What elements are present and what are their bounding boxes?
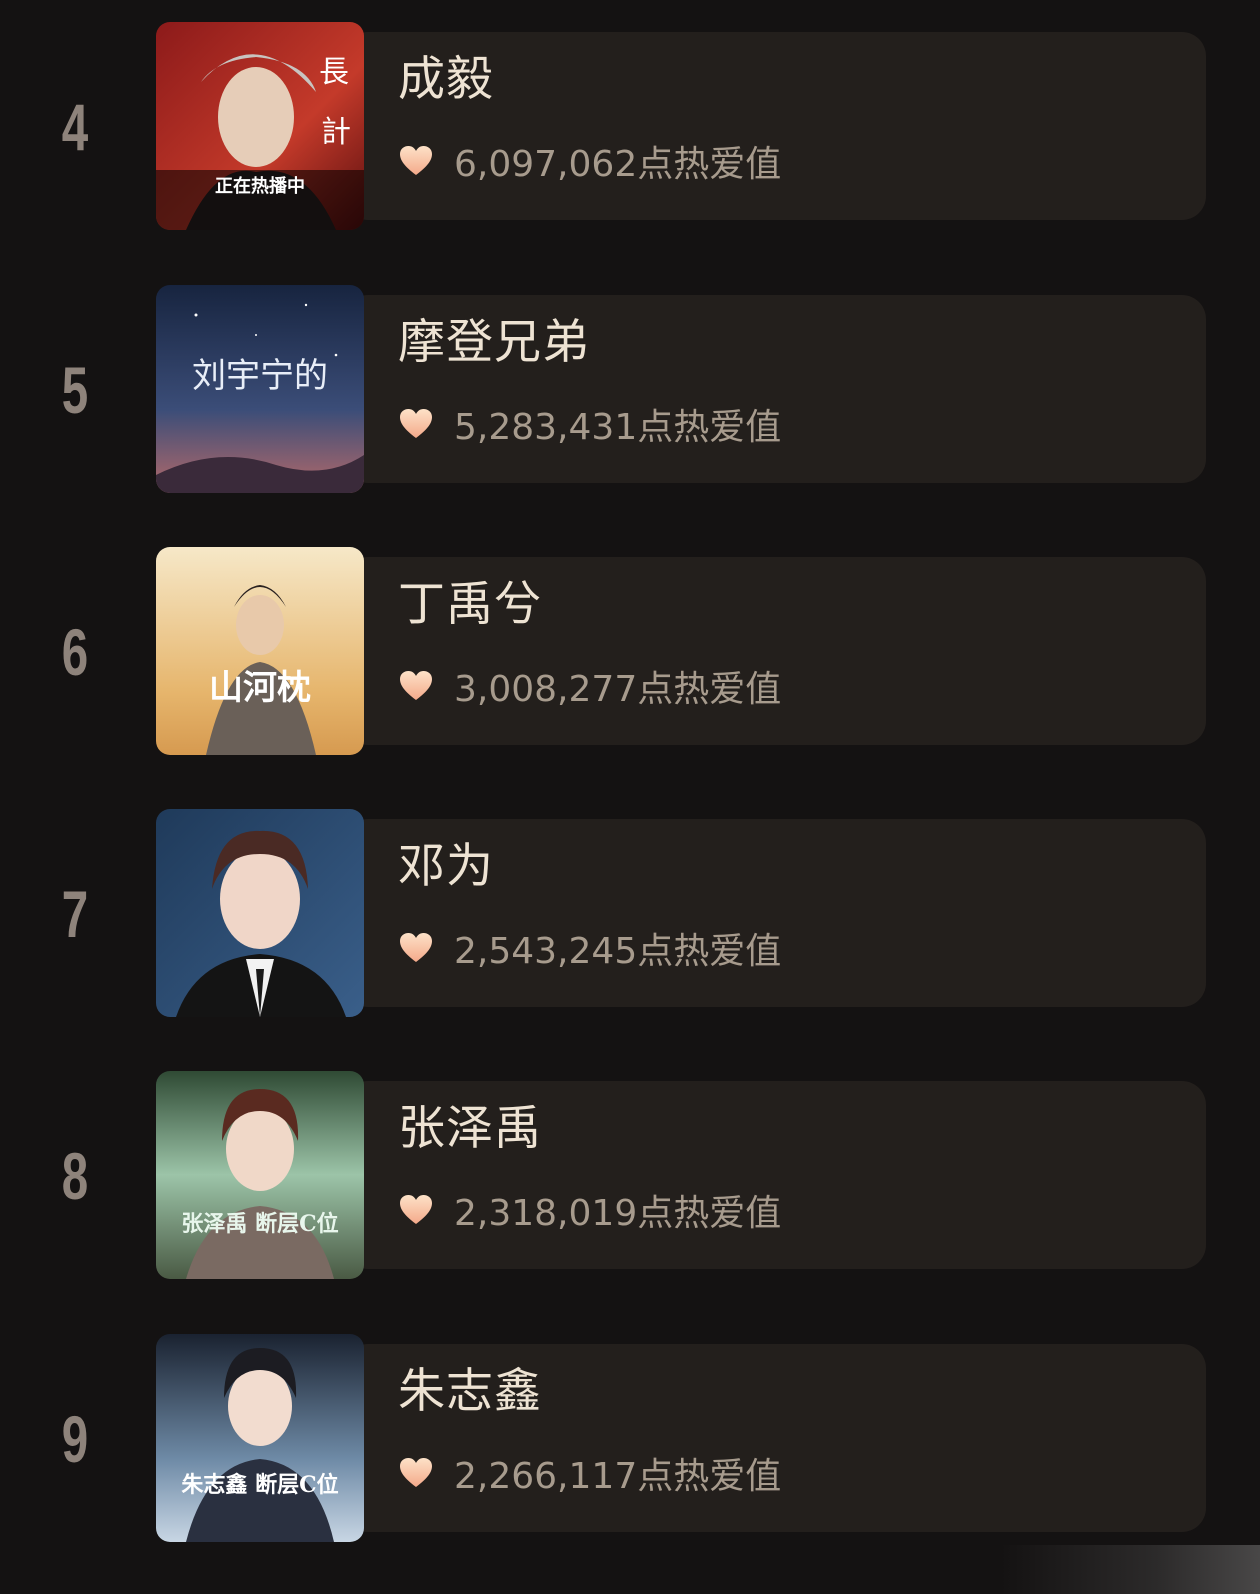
heart-icon bbox=[398, 406, 434, 442]
entry-thumbnail[interactable]: 刘宇宁的 bbox=[156, 285, 364, 493]
entry-name: 邓为 bbox=[398, 839, 494, 894]
entry-thumbnail[interactable]: 山河枕 bbox=[156, 547, 364, 755]
heart-icon bbox=[398, 1192, 434, 1228]
heart-icon bbox=[398, 1455, 434, 1491]
ranking-row[interactable]: 4 正在热播中 長 計 成毅 6,097,062点热爱值 bbox=[0, 22, 1260, 232]
ranking-row[interactable]: 7 邓为 2,543,245点热爱值 bbox=[0, 809, 1260, 1019]
rank-number: 9 bbox=[61, 1402, 89, 1476]
ranking-row[interactable]: 8 张泽禹 断层C位 张泽禹 2,318,019点热爱值 bbox=[0, 1071, 1260, 1281]
heat-score: 2,543,245点热爱值 bbox=[398, 923, 781, 973]
heat-unit: 点热爱值 bbox=[637, 669, 782, 710]
heat-unit: 点热爱值 bbox=[637, 144, 782, 185]
rank-number: 5 bbox=[61, 353, 89, 427]
thumb-caption: 刘宇宁的 bbox=[192, 356, 328, 396]
entry-name: 摩登兄弟 bbox=[398, 315, 590, 370]
entry-name: 张泽禹 bbox=[398, 1101, 542, 1156]
thumb-caption: 张泽禹 断层C位 bbox=[181, 1211, 338, 1237]
thumb-caption: 正在热播中 bbox=[215, 175, 305, 197]
heat-unit: 点热爱值 bbox=[637, 931, 782, 972]
svg-text:長: 長 bbox=[319, 55, 349, 90]
heat-score: 3,008,277点热爱值 bbox=[398, 661, 781, 711]
heat-value: 6,097,062 bbox=[454, 144, 638, 185]
heat-unit: 点热爱值 bbox=[637, 407, 782, 448]
rank-number: 8 bbox=[61, 1139, 89, 1213]
ranking-row[interactable]: 6 山河枕 丁禹兮 3,008,277点热爱值 bbox=[0, 547, 1260, 757]
heart-icon bbox=[398, 143, 434, 179]
entry-thumbnail[interactable]: 朱志鑫 断层C位 bbox=[156, 1334, 364, 1542]
entry-name: 丁禹兮 bbox=[398, 577, 542, 632]
rank-number: 6 bbox=[61, 615, 89, 689]
heat-score: 6,097,062点热爱值 bbox=[398, 136, 781, 186]
heat-value: 2,318,019 bbox=[454, 1193, 638, 1234]
heart-icon bbox=[398, 930, 434, 966]
entry-name: 朱志鑫 bbox=[398, 1364, 542, 1419]
heat-value: 2,543,245 bbox=[454, 931, 638, 972]
ranking-row[interactable]: 9 朱志鑫 断层C位 朱志鑫 2,266,117点热爱值 bbox=[0, 1334, 1260, 1544]
heat-unit: 点热爱值 bbox=[637, 1456, 782, 1497]
rank-number: 7 bbox=[61, 877, 89, 951]
heat-score: 2,266,117点热爱值 bbox=[398, 1448, 781, 1498]
thumb-caption: 山河枕 bbox=[209, 668, 311, 708]
thumb-caption: 朱志鑫 断层C位 bbox=[181, 1472, 338, 1498]
entry-thumbnail[interactable]: 张泽禹 断层C位 bbox=[156, 1071, 364, 1279]
entry-thumbnail[interactable]: 正在热播中 長 計 bbox=[156, 22, 364, 230]
heat-unit: 点热爱值 bbox=[637, 1193, 782, 1234]
heat-value: 3,008,277 bbox=[454, 669, 638, 710]
ranking-row[interactable]: 5 刘宇宁的 摩登兄弟 5,283,431点热爱值 bbox=[0, 285, 1260, 495]
heat-value: 5,283,431 bbox=[454, 407, 638, 448]
heart-icon bbox=[398, 668, 434, 704]
entry-name: 成毅 bbox=[398, 52, 494, 107]
heat-score: 5,283,431点热爱值 bbox=[398, 399, 781, 449]
ranking-list: 4 正在热播中 長 計 成毅 6,097,062点热爱值 5 刘宇宁的 摩登兄弟… bbox=[0, 0, 1260, 1594]
heat-score: 2,318,019点热爱值 bbox=[398, 1185, 781, 1235]
heat-value: 2,266,117 bbox=[454, 1456, 638, 1497]
entry-thumbnail[interactable] bbox=[156, 809, 364, 1017]
svg-text:計: 計 bbox=[321, 115, 351, 150]
rank-number: 4 bbox=[61, 90, 89, 164]
